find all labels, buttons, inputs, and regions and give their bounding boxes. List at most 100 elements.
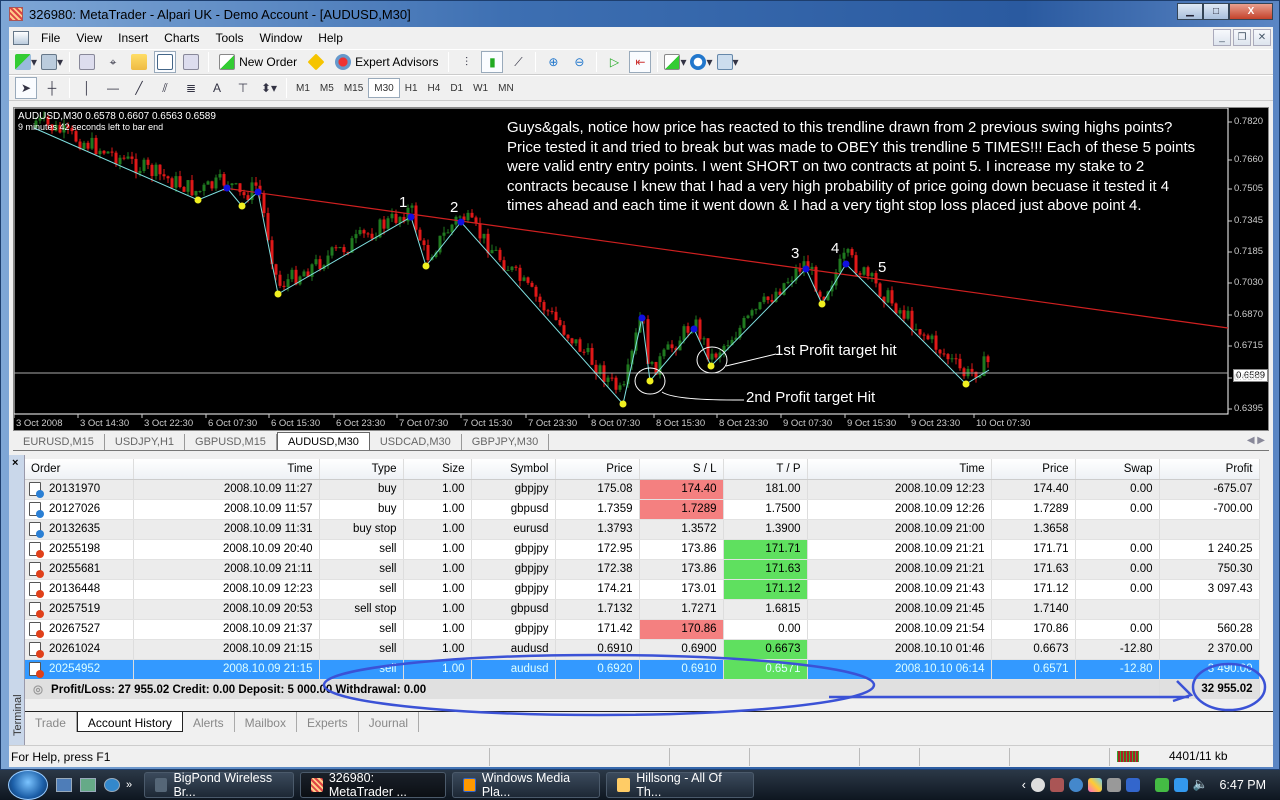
cursor-tool[interactable]: ➤ — [15, 77, 37, 99]
templates-button[interactable]: ▾ — [716, 51, 739, 73]
tab-scroll-right-icon[interactable]: ▶ — [1257, 435, 1265, 446]
column-header[interactable]: Size — [403, 459, 472, 480]
column-header[interactable]: Price — [991, 459, 1076, 480]
zoom-in-button[interactable]: ⊕ — [542, 51, 564, 73]
text-label-tool[interactable]: ⊤ — [232, 77, 254, 99]
timeframe-h4[interactable]: H4 — [423, 78, 446, 98]
clock[interactable]: 6:47 PM — [1219, 778, 1266, 792]
mdi-minimize-button[interactable]: _ — [1213, 29, 1231, 46]
chart-tab-usdcad[interactable]: USDCAD,M30 — [370, 434, 462, 450]
maximize-button[interactable]: □ — [1203, 3, 1229, 20]
horizontal-line-tool[interactable]: — — [102, 77, 124, 99]
mdi-close-button[interactable]: ✕ — [1253, 29, 1271, 46]
autoscroll-button[interactable]: ▷ — [603, 51, 625, 73]
expert-advisors-button[interactable]: Expert Advisors — [331, 51, 442, 73]
timeframe-m30[interactable]: M30 — [368, 78, 400, 98]
close-button[interactable]: X — [1229, 3, 1273, 20]
start-button[interactable] — [8, 770, 48, 800]
table-row[interactable]: 20267527 2008.10.09 21:37 sell 1.00 gbpjpy 17… — [25, 619, 1260, 640]
column-header[interactable]: Swap — [1075, 459, 1160, 480]
timeframe-d1[interactable]: D1 — [445, 78, 468, 98]
mdi-restore-button[interactable]: ❐ — [1233, 29, 1251, 46]
tray-sync-icon[interactable] — [1068, 777, 1083, 792]
table-row[interactable]: 20255198 2008.10.09 20:40 sell 1.00 gbpjpy 17… — [25, 539, 1260, 560]
tray-power-icon[interactable] — [1154, 777, 1169, 792]
text-tool[interactable]: A — [206, 77, 228, 99]
taskbar-item-media-player[interactable]: Windows Media Pla... — [452, 771, 601, 799]
crosshair-tool[interactable]: ┼ — [41, 77, 63, 99]
menu-charts[interactable]: Charts — [156, 31, 207, 45]
indicators-button[interactable]: ▾ — [664, 51, 686, 73]
tab-scroll-left-icon[interactable]: ◀ — [1247, 435, 1255, 446]
bar-chart-button[interactable]: ⫶ — [455, 51, 477, 73]
terminal-tab-mailbox[interactable]: Mailbox — [235, 712, 297, 732]
arrows-tool[interactable]: ⬍▾ — [258, 77, 280, 99]
timeframe-m5[interactable]: M5 — [315, 78, 339, 98]
column-header[interactable]: Symbol — [471, 459, 556, 480]
tray-network-icon[interactable] — [1173, 777, 1188, 792]
column-header[interactable]: Price — [555, 459, 640, 480]
timeframe-w1[interactable]: W1 — [468, 78, 493, 98]
alert-button[interactable] — [305, 51, 327, 73]
line-chart-button[interactable]: ⟋ — [507, 51, 529, 73]
column-header[interactable]: T / P — [723, 459, 808, 480]
terminal-tab-trade[interactable]: Trade — [25, 712, 77, 732]
menu-tools[interactable]: Tools — [208, 31, 252, 45]
chart-tab-usdjpy[interactable]: USDJPY,H1 — [105, 434, 186, 450]
taskbar-item-bigpond[interactable]: BigPond Wireless Br... — [144, 771, 295, 799]
candlestick-button[interactable]: ▮ — [481, 51, 504, 73]
menu-file[interactable]: File — [33, 31, 68, 45]
equidistant-channel-tool[interactable]: ⫽ — [154, 77, 176, 99]
terminal-tab-alerts[interactable]: Alerts — [183, 712, 235, 732]
terminal-button[interactable] — [154, 51, 177, 73]
trendline-tool[interactable]: ╱ — [128, 77, 150, 99]
chart-tab-audusd[interactable]: AUDUSD,M30 — [276, 432, 370, 450]
tray-volume-icon[interactable]: 🔈 — [1193, 777, 1209, 792]
data-window-button[interactable]: ⌖ — [102, 51, 124, 73]
timeframe-m15[interactable]: M15 — [339, 78, 368, 98]
fibonacci-tool[interactable]: ≣ — [180, 77, 202, 99]
column-header[interactable]: S / L — [639, 459, 724, 480]
column-header[interactable]: Time — [133, 459, 320, 480]
minimize-button[interactable]: ▁ — [1177, 3, 1203, 20]
strategy-tester-button[interactable] — [180, 51, 202, 73]
column-header[interactable]: Profit — [1159, 459, 1260, 480]
timeframe-m1[interactable]: M1 — [291, 78, 315, 98]
table-row[interactable]: 20254952 2008.10.09 21:15 sell 1.00 audusd 0.… — [25, 659, 1260, 680]
profiles-button[interactable]: ▾ — [41, 51, 63, 73]
new-order-button[interactable]: New Order — [215, 51, 301, 73]
table-row[interactable]: 20261024 2008.10.09 21:15 sell 1.00 audusd 0.… — [25, 639, 1260, 660]
tray-expand-icon[interactable]: ‹ — [1022, 778, 1026, 792]
show-desktop-icon[interactable] — [56, 778, 72, 792]
tray-alert-icon[interactable] — [1049, 777, 1064, 792]
menu-help[interactable]: Help — [310, 31, 351, 45]
navigator-button[interactable] — [128, 51, 150, 73]
table-row[interactable]: 20132635 2008.10.09 11:31 buy stop 1.00 euru… — [25, 519, 1260, 540]
table-row[interactable]: 20127026 2008.10.09 11:57 buy 1.00 gbpusd 1.7… — [25, 499, 1260, 520]
tray-network-adapter-icon[interactable] — [1125, 777, 1140, 792]
column-header[interactable]: Order — [25, 459, 134, 480]
terminal-tab-account-history[interactable]: Account History — [76, 712, 183, 732]
vertical-line-tool[interactable]: │ — [76, 77, 98, 99]
column-header[interactable]: Type — [319, 459, 404, 480]
internet-explorer-icon[interactable] — [104, 778, 120, 792]
chart-tab-gbpjpy[interactable]: GBPJPY,M30 — [462, 434, 550, 450]
zoom-out-button[interactable]: ⊖ — [568, 51, 590, 73]
taskbar-item-metatrader[interactable]: 326980: MetaTrader ... — [300, 771, 447, 799]
column-header[interactable]: Time — [807, 459, 992, 480]
table-row[interactable]: 20255681 2008.10.09 21:11 sell 1.00 gbpjpy 17… — [25, 559, 1260, 580]
quicklaunch-more-icon[interactable]: » — [126, 779, 132, 791]
market-watch-button[interactable] — [76, 51, 98, 73]
terminal-tab-experts[interactable]: Experts — [297, 712, 359, 732]
chart-shift-button[interactable]: ⇤ — [629, 51, 652, 73]
menu-insert[interactable]: Insert — [110, 31, 156, 45]
table-row[interactable]: 20136448 2008.10.09 12:23 sell 1.00 gbpjpy 17… — [25, 579, 1260, 600]
table-row[interactable]: 20131970 2008.10.09 11:27 buy 1.00 gbpjpy 175… — [25, 479, 1260, 500]
new-chart-button[interactable]: ▾ — [15, 51, 37, 73]
chart-window-icon[interactable] — [13, 31, 29, 45]
tray-messenger-icon[interactable] — [1030, 777, 1045, 792]
switch-windows-icon[interactable] — [80, 778, 96, 792]
timeframe-h1[interactable]: H1 — [400, 78, 423, 98]
timeframe-mn[interactable]: MN — [493, 78, 519, 98]
periods-button[interactable]: ▾ — [690, 51, 713, 73]
